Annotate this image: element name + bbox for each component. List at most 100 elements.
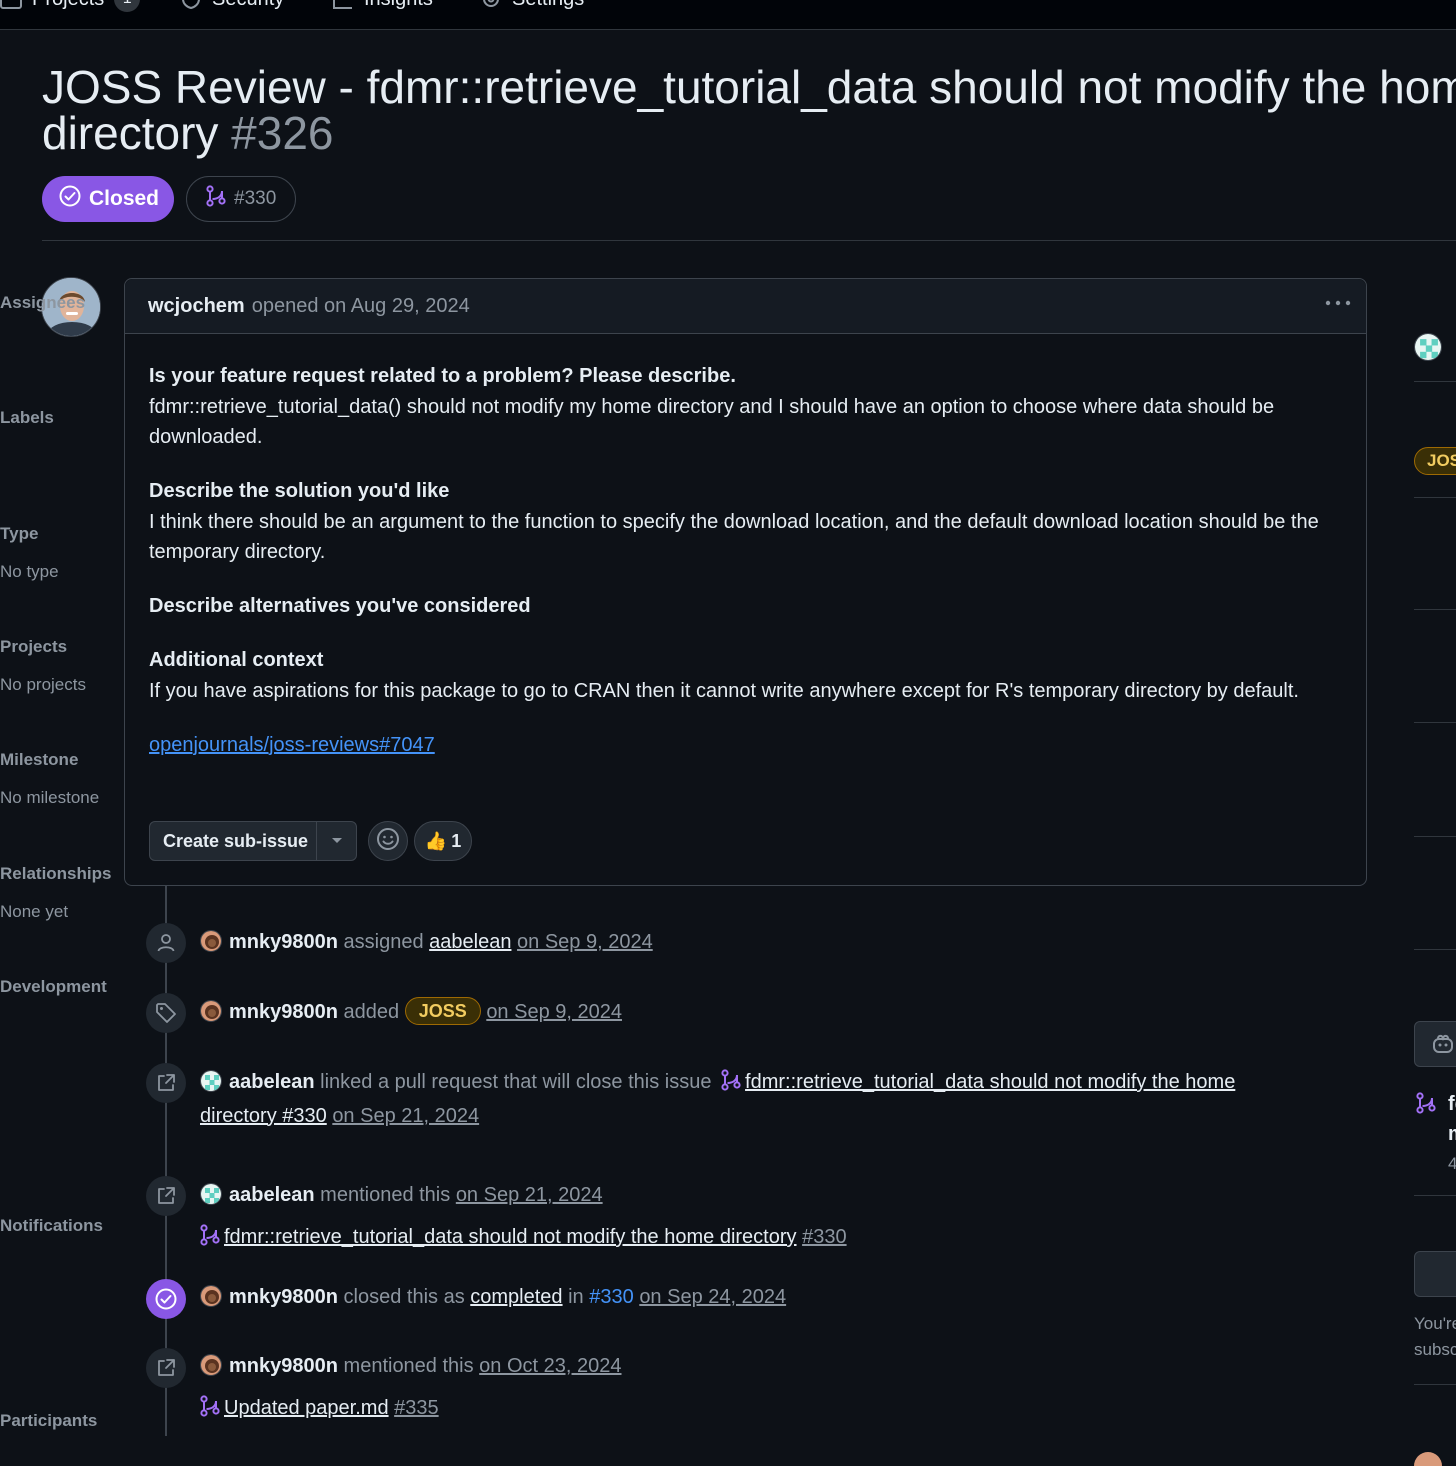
sidebar-type[interactable]: Type No type [0,524,60,582]
timeline-date[interactable]: on Oct 23, 2024 [479,1355,621,1377]
sidebar-milestone-value: No milestone [0,788,100,807]
sidebar-development[interactable]: Development [0,977,107,997]
add-reaction-button[interactable] [368,821,408,861]
avatar[interactable] [200,1070,222,1092]
close-reason-link[interactable]: completed [470,1286,562,1308]
tab-projects-count: 1 [114,0,141,12]
sidebar-projects[interactable]: Projects No projects [0,637,86,695]
avatar[interactable] [200,930,222,952]
sidebar-divider [1414,836,1456,837]
avatar[interactable] [1414,1452,1442,1466]
sidebar-type-title: Type [0,524,39,543]
issue-title: JOSS Review - fdmr::retrieve_tutorial_da… [42,64,1456,156]
comment-body: Is your feature request related to a pro… [149,361,1349,760]
timeline-actor[interactable]: mnky9800n [229,1286,338,1308]
comment-author[interactable]: wcjochem [148,295,245,318]
sidebar-divider [1414,497,1456,498]
reference-number[interactable]: #330 [802,1226,847,1248]
subscribe-button[interactable] [1414,1251,1456,1297]
sidebar-dev-pr-line3: 4 [1448,1154,1456,1173]
sidebar-assignees[interactable]: Assignees [0,293,85,313]
timeline-date[interactable]: on Sep 24, 2024 [639,1286,786,1308]
git-pull-request-icon [1416,1092,1436,1119]
timeline-actor[interactable]: aabelean [229,1184,315,1206]
avatar[interactable] [200,1354,222,1376]
joss-review-link[interactable]: openjournals/joss-reviews#7047 [149,734,435,756]
tab-security-label: Security [212,0,284,11]
comment-meta[interactable]: opened on Aug 29, 2024 [252,295,470,318]
assignee-link[interactable]: aabelean [429,931,511,953]
thumbs-up-icon: 👍 [424,830,448,851]
title-divider [42,240,1456,241]
repo-nav: Projects 1 Security Insights Settings [0,0,1456,30]
tab-settings[interactable]: Settings [480,0,584,12]
timeline-event-labeled: mnky9800n added JOSS on Sep 9, 2024 [200,997,1350,1028]
sidebar-participants: Participants [0,1411,98,1431]
timeline-actor[interactable]: mnky9800n [229,1355,338,1377]
sidebar-dev-pr[interactable]: fdmr modify 4 [1448,1089,1456,1179]
cross-reference-icon [146,1348,186,1388]
timeline-reference: fdmr::retrieve_tutorial_data should not … [200,1222,1350,1256]
sidebar-divider [1414,1384,1456,1385]
timeline-date[interactable]: on Sep 9, 2024 [517,931,653,953]
avatar[interactable] [200,1183,222,1205]
timeline-date[interactable]: on Sep 21, 2024 [332,1105,479,1127]
label-joss[interactable]: JOSS [404,997,481,1025]
table-icon [0,0,22,10]
timeline-verb: mentioned this [343,1355,474,1377]
sidebar-milestone[interactable]: Milestone No milestone [0,750,100,808]
create-sub-issue-button[interactable]: Create sub-issue [149,821,357,861]
sidebar-label-joss[interactable]: JOSS [1414,447,1456,475]
reaction-count: 1 [451,830,462,851]
tab-insights[interactable]: Insights [332,0,433,12]
tab-security[interactable]: Security [180,0,284,12]
triangle-down-icon[interactable] [316,822,356,860]
sidebar-notifications: Notifications [0,1216,103,1236]
notification-reason: You're subscribed [1414,1311,1456,1363]
linked-pr-badge[interactable]: #330 [186,176,296,222]
cross-reference-icon [146,1176,186,1216]
comment-heading-solution: Describe the solution you'd like [149,480,450,502]
timeline-verb: linked a pull request that will close th… [320,1071,712,1093]
sidebar-development-title: Development [0,977,107,996]
sidebar-dev-pr-line1: fdmr [1448,1093,1456,1115]
kebab-horizontal-icon[interactable] [1324,293,1352,317]
reference-title[interactable]: Updated paper.md [224,1397,389,1419]
timeline-date[interactable]: on Sep 9, 2024 [486,1001,622,1023]
linked-pr-title[interactable]: fdmr::retrieve_tutorial_data should not … [745,1071,1235,1093]
tab-insights-label: Insights [364,0,433,11]
copilot-icon [1431,1033,1455,1060]
gear-icon [480,0,502,10]
sidebar-projects-value: No projects [0,675,86,694]
create-branch-button[interactable] [1414,1021,1456,1067]
timeline-verb: assigned [343,931,424,953]
sidebar-divider [1414,609,1456,610]
sidebar-divider [1414,1195,1456,1196]
reference-title[interactable]: fdmr::retrieve_tutorial_data should not … [224,1226,797,1248]
sidebar-labels[interactable]: Labels [0,408,60,428]
sidebar-relationships[interactable]: Relationships None yet [0,864,111,922]
closing-pr-link[interactable]: #330 [589,1286,634,1308]
issue-title-line2: directory [42,107,219,159]
linked-pr-number: #330 [234,188,277,209]
timeline-actor[interactable]: aabelean [229,1071,315,1093]
linked-pr-title-cont[interactable]: directory #330 [200,1105,327,1127]
thumbs-up-reaction[interactable]: 👍 1 [414,821,472,861]
sidebar-participants-title: Participants [0,1411,98,1430]
timeline-actor[interactable]: mnky9800n [229,1001,338,1023]
timeline-event-closed: mnky9800n closed this as completed in #3… [200,1282,1350,1313]
timeline-event-mentioned: mnky9800n mentioned this on Oct 23, 2024 [200,1351,1350,1382]
reference-number[interactable]: #335 [394,1397,439,1419]
timeline-verb: closed this as [343,1286,465,1308]
timeline-actor[interactable]: mnky9800n [229,931,338,953]
tab-projects[interactable]: Projects 1 [0,0,141,12]
sidebar-labels-title: Labels [0,408,54,427]
tab-projects-label: Projects [32,0,104,11]
sidebar-divider [1414,722,1456,723]
timeline-date[interactable]: on Sep 21, 2024 [456,1184,603,1206]
timeline-verb: added [343,1001,400,1023]
avatar[interactable] [1414,333,1442,361]
avatar[interactable] [200,1285,222,1307]
avatar[interactable] [200,1000,222,1022]
comment-header: wcjochem opened on Aug 29, 2024 [125,279,1366,334]
